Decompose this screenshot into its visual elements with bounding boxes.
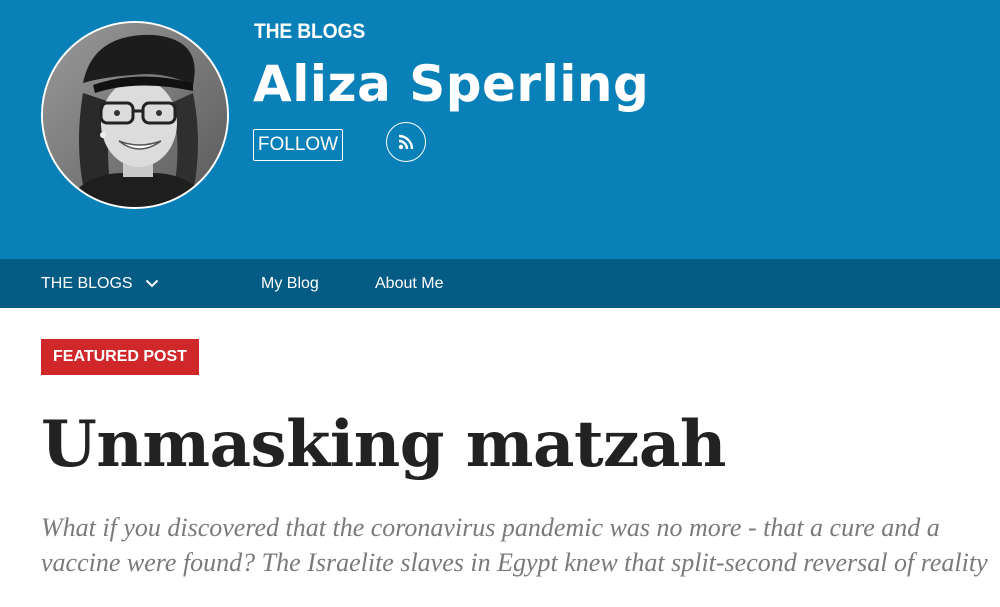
featured-post-badge: FEATURED POST	[41, 339, 199, 375]
nav-my-blog[interactable]: My Blog	[261, 259, 319, 308]
author-photo	[43, 23, 227, 207]
follow-button[interactable]: FOLLOW	[253, 129, 343, 161]
author-avatar[interactable]	[41, 21, 229, 209]
rss-icon	[398, 134, 414, 150]
blog-nav: THE BLOGS My Blog About Me	[0, 259, 1000, 308]
nav-the-blogs[interactable]: THE BLOGS	[41, 259, 159, 308]
blogs-kicker[interactable]: THE BLOGS	[254, 20, 365, 44]
author-name: Aliza Sperling	[253, 55, 650, 113]
nav-the-blogs-label: THE BLOGS	[41, 275, 133, 292]
rss-button[interactable]	[386, 122, 426, 162]
post-title[interactable]: Unmasking matzah	[41, 409, 726, 480]
nav-about-me[interactable]: About Me	[375, 259, 443, 308]
chevron-down-icon	[145, 279, 159, 288]
blog-header: THE BLOGS Aliza Sperling FOLLOW	[0, 0, 1000, 259]
post-excerpt: What if you discovered that the coronavi…	[41, 513, 988, 577]
